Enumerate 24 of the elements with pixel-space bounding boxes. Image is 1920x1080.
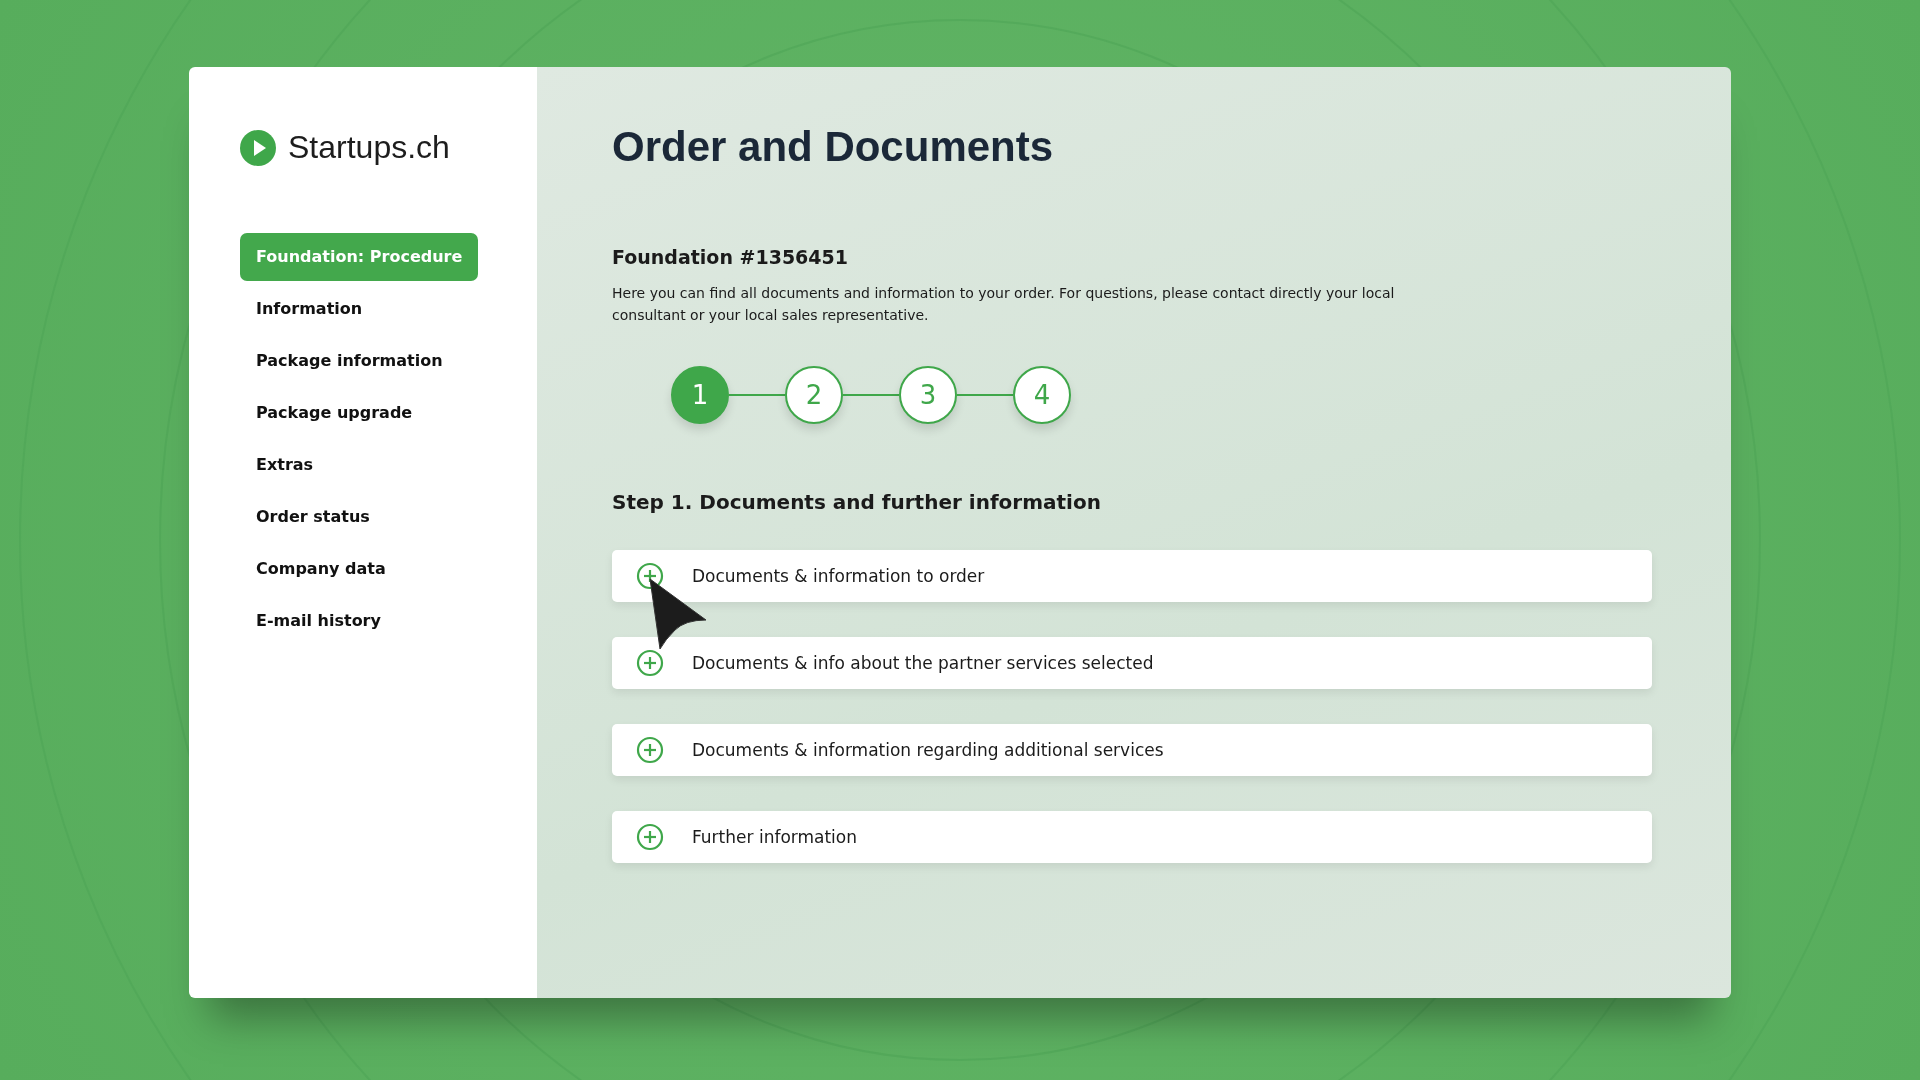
accordion-row[interactable]: Documents & information regarding additional services: [612, 724, 1652, 776]
accordion-row[interactable]: Further information: [612, 811, 1652, 863]
step-connector: [843, 394, 899, 396]
page-title: Order and Documents: [612, 123, 1055, 171]
sidebar-item[interactable]: Company data: [240, 545, 402, 593]
description-text: Here you can find all documents and information to your order. For questions, please contact directly your local consultant or your local sales representative.: [612, 284, 1396, 325]
foundation-heading: Foundation #1356451: [612, 246, 849, 268]
section-heading: Step 1. Documents and further information: [612, 490, 1102, 514]
step-connector: [729, 394, 785, 396]
logo-text: Startups.ch: [288, 129, 450, 166]
step-connector: [957, 394, 1013, 396]
accordion-row[interactable]: Documents & info about the partner services selected: [612, 637, 1652, 689]
sidebar-item[interactable]: Package upgrade: [240, 389, 429, 437]
sidebar-item[interactable]: Extras: [240, 441, 330, 489]
play-logo-icon: [240, 129, 276, 166]
sidebar-item[interactable]: Information: [240, 285, 379, 333]
sidebar-item[interactable]: Order status: [240, 493, 386, 541]
accordion-label: Further information: [692, 827, 858, 847]
accordion-label: Documents & information regarding additional services: [692, 740, 1164, 760]
sidebar-item[interactable]: Package information: [240, 337, 459, 385]
accordion-label: Documents & information to order: [692, 566, 985, 586]
sidebar-item[interactable]: E-mail history: [240, 597, 397, 645]
accordion-label: Documents & info about the partner services selected: [692, 653, 1154, 673]
accordion-row[interactable]: Documents & information to order: [612, 550, 1652, 602]
